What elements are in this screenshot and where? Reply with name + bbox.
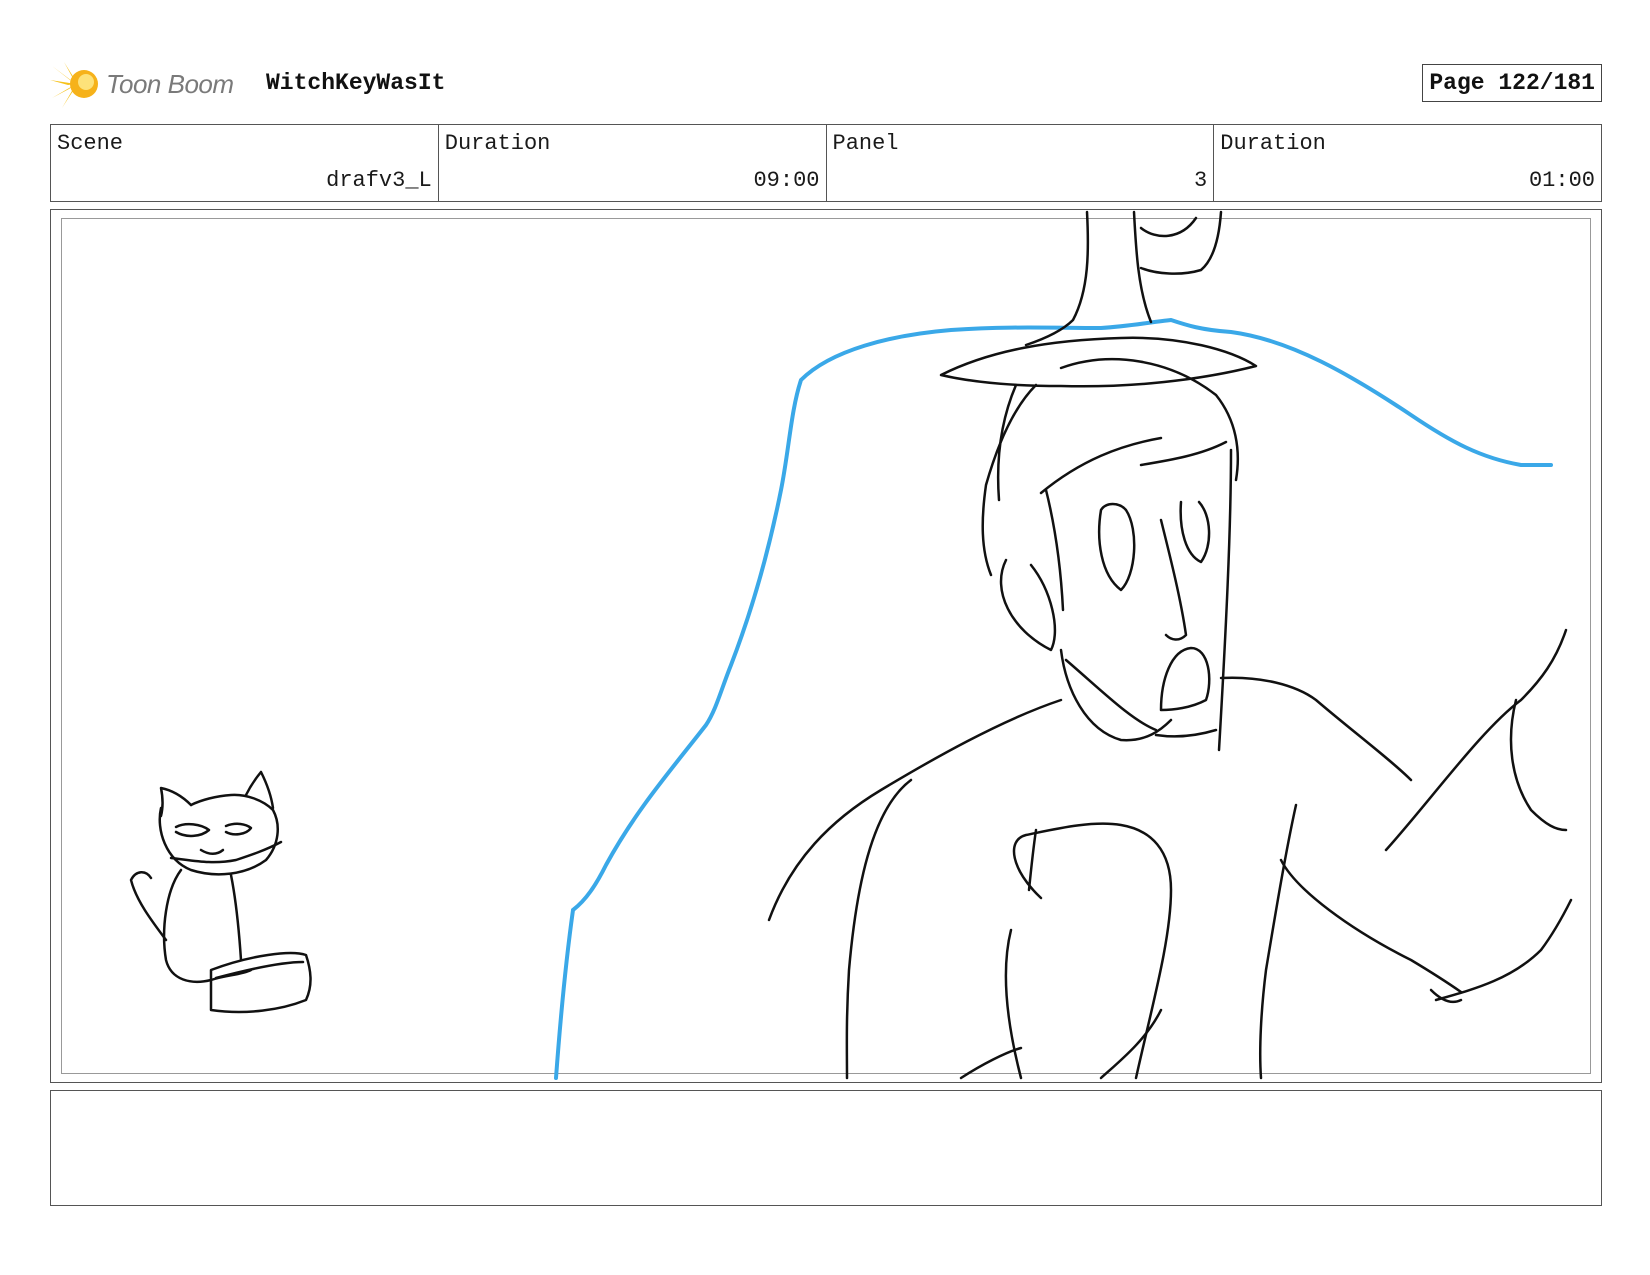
- face-edge: [1044, 488, 1065, 612]
- panel-cell: Panel 3: [827, 125, 1215, 201]
- panel-notes-area: [50, 1090, 1602, 1206]
- left-shoulder: [767, 698, 1063, 922]
- hair-strand: [1139, 440, 1228, 467]
- mouth: [1159, 646, 1211, 712]
- panel-duration-cell: Duration 01:00: [1214, 125, 1601, 201]
- logo-text: Toon Boom: [106, 68, 234, 99]
- scene-duration-value: 09:00: [753, 168, 820, 193]
- chin-line: [1154, 728, 1218, 738]
- cheek: [1217, 448, 1233, 752]
- project-name: WitchKeyWasIt: [266, 70, 446, 96]
- panel-duration-label: Duration: [1220, 131, 1326, 156]
- right-shoulder: [1219, 676, 1413, 782]
- torso-right: [1258, 803, 1298, 1080]
- toon-boom-logo: Toon Boom: [50, 58, 234, 110]
- storyboard-header: Toon Boom WitchKeyWasIt Page 122/181: [50, 58, 1602, 110]
- ear: [999, 558, 1057, 652]
- cat-nose: [199, 848, 225, 855]
- panel-sketch: [129, 210, 1573, 1080]
- scene-info-table: Scene drafv3_L Duration 09:00 Panel 3 Du…: [50, 124, 1602, 202]
- scene-duration-cell: Duration 09:00: [439, 125, 827, 201]
- nose: [1159, 518, 1188, 641]
- head-outline: [981, 383, 1038, 577]
- foreground-bottom: [959, 1046, 1023, 1080]
- lamp-ring: [1139, 216, 1198, 238]
- raised-arm-hand: [1509, 698, 1568, 832]
- torso-left: [845, 778, 913, 1080]
- star-burst-icon: [50, 62, 98, 108]
- foreground-mark: [1027, 828, 1038, 892]
- panel-duration-value: 01:00: [1528, 168, 1595, 193]
- scene-duration-label: Duration: [444, 131, 551, 156]
- cat-right-eye: [224, 822, 253, 836]
- cat-tail: [129, 871, 168, 942]
- cat-body-right: [229, 873, 243, 962]
- inner-arm: [1279, 858, 1463, 994]
- raised-arm-lower: [1434, 898, 1573, 1002]
- lamp-stem: [1024, 210, 1090, 347]
- neck-line: [1064, 658, 1158, 732]
- scene-value: drafv3_L: [326, 168, 432, 193]
- scene-cell: Scene drafv3_L: [51, 125, 439, 201]
- foreground-shape: [1012, 822, 1173, 1080]
- left-eye: [1097, 502, 1136, 592]
- page-indicator: Page 122/181: [1422, 64, 1602, 102]
- storyboard-panel: [50, 209, 1602, 1083]
- panel-value: 3: [1194, 168, 1208, 193]
- cat-left-ear: [159, 786, 193, 818]
- jaw: [1059, 648, 1173, 742]
- lamp-shade: [939, 336, 1258, 388]
- right-eye: [1179, 500, 1211, 564]
- foreground-bottom-right: [1099, 1008, 1163, 1080]
- face-left: [996, 383, 1018, 502]
- cat-left-eye: [174, 822, 211, 838]
- lamp-ring-right: [1139, 210, 1223, 275]
- panel-label: Panel: [832, 131, 899, 156]
- background-contour-line: [554, 317, 1553, 1080]
- scene-label: Scene: [57, 131, 124, 156]
- cat-right-ear: [244, 770, 275, 810]
- cat-whiskers: [169, 840, 283, 864]
- foreground-shape-left: [1004, 928, 1023, 1080]
